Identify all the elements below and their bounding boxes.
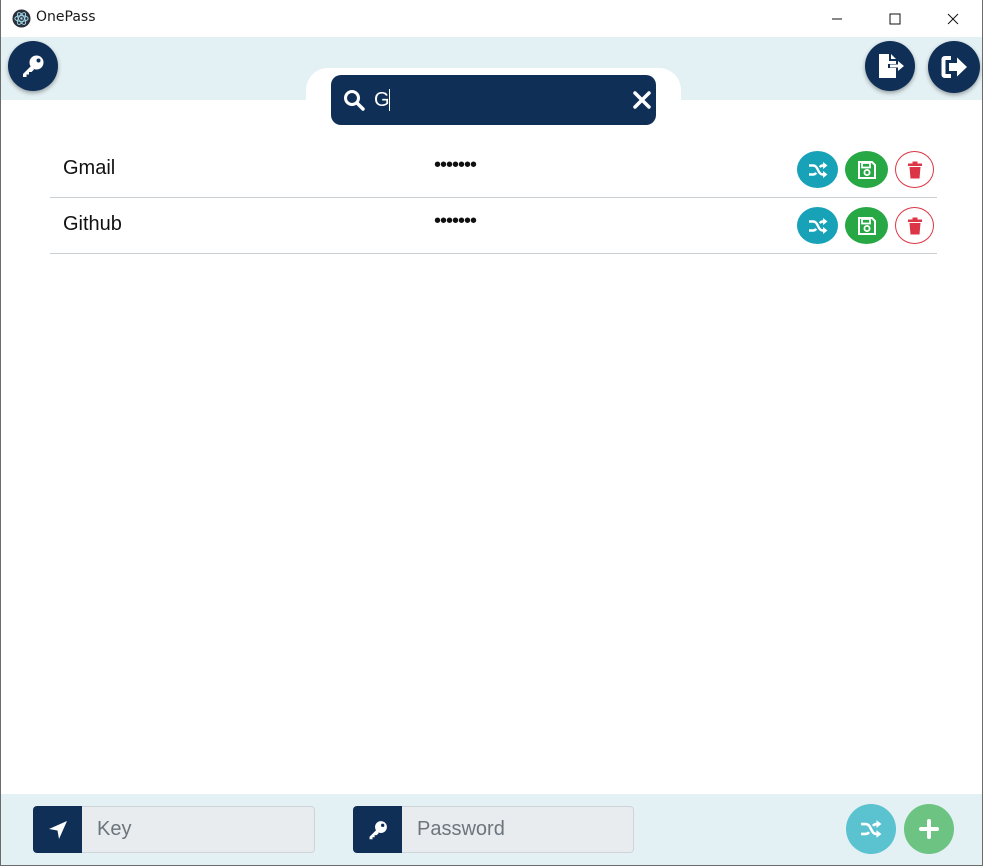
- shuffle-button[interactable]: [797, 151, 838, 188]
- shuffle-icon: [861, 820, 882, 838]
- save-icon: [857, 160, 876, 179]
- entry-password: •••••••: [434, 154, 477, 176]
- search-icon: [344, 90, 365, 111]
- clear-search-icon[interactable]: [631, 89, 653, 111]
- password-field-addon: [353, 806, 402, 853]
- key-icon: [369, 820, 387, 839]
- delete-button[interactable]: [895, 151, 934, 188]
- trash-icon: [907, 217, 922, 234]
- list-item: Gmail •••••••: [50, 142, 937, 198]
- file-export-icon: [879, 54, 904, 78]
- list-item: Github •••••••: [50, 198, 937, 254]
- title-bar: OnePass: [1, 0, 982, 37]
- logout-button[interactable]: [928, 41, 980, 93]
- app-window: OnePass G Gmail ••••••• Github ••••••• K…: [0, 0, 983, 866]
- entry-name: Gmail: [63, 157, 116, 179]
- shuffle-button[interactable]: [797, 207, 838, 244]
- delete-button[interactable]: [895, 207, 934, 244]
- search-input[interactable]: [374, 85, 614, 115]
- key-icon: [23, 55, 44, 77]
- entry-name: Github: [63, 213, 122, 235]
- minimize-icon: [832, 18, 842, 19]
- entry-password: •••••••: [434, 210, 477, 232]
- app-logo-icon: [12, 9, 31, 28]
- add-entry-button[interactable]: [904, 804, 954, 854]
- save-button[interactable]: [845, 151, 888, 188]
- password-input[interactable]: [402, 806, 634, 853]
- location-arrow-icon: [48, 820, 67, 839]
- plus-icon: [919, 819, 939, 839]
- minimize-button[interactable]: [814, 0, 860, 37]
- save-button[interactable]: [845, 207, 888, 244]
- maximize-button[interactable]: [872, 0, 918, 37]
- close-icon: [947, 13, 959, 24]
- close-window-button[interactable]: [930, 0, 976, 37]
- sign-out-icon: [941, 56, 967, 78]
- generate-password-button[interactable]: [846, 804, 896, 854]
- key-field-addon: [33, 806, 82, 853]
- trash-icon: [907, 161, 922, 178]
- shuffle-icon: [808, 161, 827, 178]
- password-list: Gmail ••••••• Github •••••••: [50, 142, 937, 254]
- shuffle-icon: [808, 217, 827, 234]
- window-title: OnePass: [36, 9, 96, 25]
- export-button[interactable]: [865, 41, 915, 91]
- master-key-button[interactable]: [8, 41, 58, 91]
- save-icon: [857, 216, 876, 235]
- key-input[interactable]: [82, 806, 315, 853]
- new-entry-footer: [1, 794, 982, 865]
- maximize-icon: [889, 13, 901, 24]
- text-caret: [389, 89, 390, 111]
